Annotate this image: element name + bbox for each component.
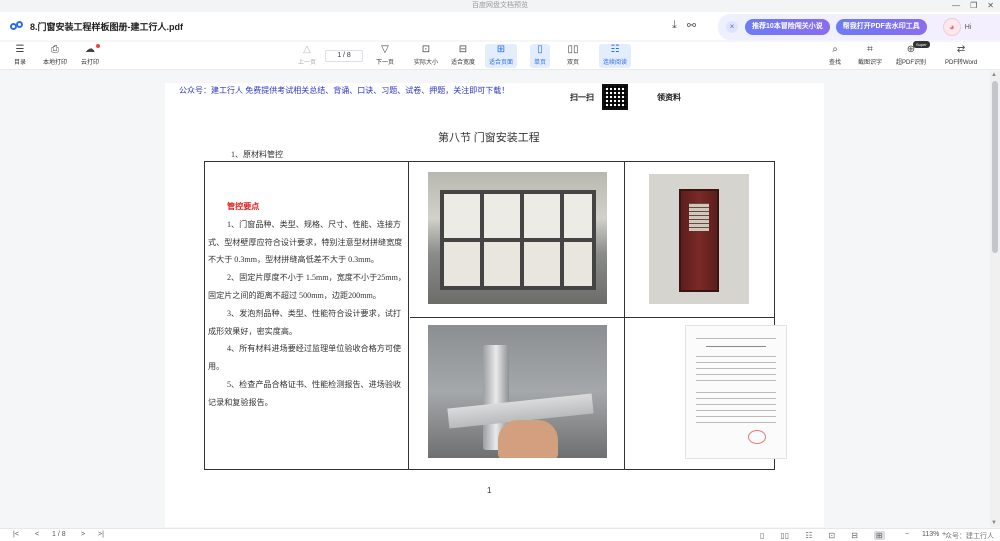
minimize-icon[interactable]: — <box>952 0 960 12</box>
control-point: 4、所有材料进场要经过监理单位验收合格方可使用。 <box>208 344 402 372</box>
window-controls: — ❐ ✕ <box>952 0 994 12</box>
qr-code-icon <box>602 84 628 110</box>
next-page-button[interactable]: ▽ 下一页 <box>376 44 394 68</box>
status-single-page-icon[interactable]: ▯ <box>760 531 764 540</box>
status-page-indicator[interactable]: 1 / 8 <box>52 531 66 538</box>
control-point: 1、门窗品种、类型、规格、尺寸、性能、连接方式、型材壁厚应符合设计要求，特别注意… <box>208 219 403 265</box>
first-page-button[interactable]: |< <box>13 531 19 538</box>
window-title: 百度网盘文档预览 <box>472 2 528 9</box>
status-fit-width-icon[interactable]: ⊟ <box>851 531 858 540</box>
screenshot-ocr-button[interactable]: ⌗ 截图识字 <box>858 44 882 68</box>
table-divider <box>410 317 774 318</box>
control-points-text: 管控要点 1、门窗品种、类型、规格、尺寸、性能、连接方式、型材壁厚应符合设计要求… <box>208 198 408 412</box>
test-report-photo <box>685 325 787 459</box>
status-fit-page-icon[interactable]: ⊞ <box>873 531 885 540</box>
double-page-icon: ▯▯ <box>567 44 579 55</box>
single-page-button[interactable]: ▯ 单页 <box>530 44 551 68</box>
window-frame-photo <box>428 172 607 304</box>
scroll-down-icon[interactable]: ▼ <box>991 520 997 526</box>
file-name: 8.门窗安装工程样板图册-建工行人.pdf <box>30 21 183 32</box>
baidu-netdisk-logo-icon <box>10 21 24 31</box>
watermark-text: 众号：建工行人 <box>945 533 994 540</box>
status-prev-button[interactable]: < <box>35 531 39 538</box>
arrow-down-icon: ▽ <box>381 44 389 55</box>
section-title: 第八节 门窗安装工程 <box>438 132 540 144</box>
toc-icon: ☰ <box>15 44 25 55</box>
search-button[interactable]: ⌕ 查找 <box>829 44 841 68</box>
zoom-level[interactable]: 113% <box>922 531 939 538</box>
promo-suggestion-novels[interactable]: 推荐10本冒险闯关小说 <box>745 19 830 35</box>
close-icon[interactable]: ✕ <box>987 0 994 12</box>
fit-page-button[interactable]: ⊞ 适合页面 <box>485 44 518 68</box>
status-continuous-icon[interactable]: ☷ <box>805 531 812 540</box>
assistant-avatar-icon[interactable]: ◕ <box>942 18 961 36</box>
page-number-input[interactable]: 1 / 8 <box>325 50 363 62</box>
promo-close-button[interactable]: × <box>726 21 738 33</box>
search-icon: ⌕ <box>832 44 838 55</box>
fit-width-icon: ⊟ <box>458 44 468 55</box>
status-next-button[interactable]: > <box>81 531 85 538</box>
control-points-title: 管控要点 <box>227 202 260 211</box>
table-divider <box>624 162 625 469</box>
content-table: 管控要点 1、门窗品种、类型、规格、尺寸、性能、连接方式、型材壁厚应符合设计要求… <box>204 161 787 470</box>
vertical-scrollbar[interactable]: ▲ ▼ <box>990 71 1000 527</box>
fit-width-button[interactable]: ⊟ 适合宽度 <box>451 44 475 68</box>
double-page-button[interactable]: ▯▯ 双页 <box>567 44 579 68</box>
printer-icon: ⎙ <box>51 44 59 55</box>
last-page-button[interactable]: >| <box>98 531 104 538</box>
actual-size-button[interactable]: ⊡ 实际大小 <box>414 44 438 68</box>
scroll-up-icon[interactable]: ▲ <box>991 72 997 78</box>
continuous-reading-icon: ☷ <box>610 44 620 55</box>
qr-right-text: 领资料 <box>657 93 681 102</box>
toc-button[interactable]: ☰ 目录 <box>14 44 26 68</box>
screenshot-ocr-icon: ⌗ <box>867 44 873 55</box>
qr-promo: 扫一扫 领资料 <box>567 84 697 112</box>
share-icon[interactable]: ⚯ <box>687 19 696 32</box>
notification-dot <box>96 44 100 48</box>
pdf-to-word-button[interactable]: ⇄ PDF转Word <box>945 44 977 68</box>
profile-measurement-photo <box>428 325 607 458</box>
window-frame-icon <box>440 190 596 290</box>
qr-left-text: 扫一扫 <box>570 93 594 102</box>
window-title-bar: 百度网盘文档预览 — ❐ ✕ <box>0 0 1000 12</box>
page-number: 1 <box>487 486 492 495</box>
control-point: 5、检查产品合格证书、性能检测报告、进场验收记录和复验报告。 <box>208 379 402 407</box>
status-actual-size-icon[interactable]: ⊡ <box>828 531 835 540</box>
local-print-button[interactable]: ⎙ 本地打印 <box>43 44 67 68</box>
pdf-to-word-icon: ⇄ <box>956 44 966 55</box>
viewer-toolbar: ☰ 目录 ⎙ 本地打印 ☁ 云打印 △ 上一页 1 / 8 ▽ 下一页 ⊡ 实际… <box>0 42 1000 70</box>
continuous-reading-button[interactable]: ☷ 连续阅读 <box>599 44 632 68</box>
assistant-greeting[interactable]: Hi <box>965 24 972 31</box>
fit-page-icon: ⊞ <box>496 44 506 55</box>
subsection-heading: 1、原材料管控 <box>231 150 283 159</box>
status-bar: |< < 1 / 8 > >| ▯ ▯▯ ☷ ⊡ ⊟ ⊞ − 113% + <box>0 528 1000 541</box>
control-point: 3、发泡剂品种、类型、性能符合设计要求，试打成形效果好，密实度高。 <box>208 308 402 336</box>
arrow-up-icon: △ <box>303 44 311 55</box>
cloud-printer-icon: ☁ <box>85 44 95 55</box>
red-stamp-icon <box>748 430 766 444</box>
scrollbar-thumb[interactable] <box>992 81 998 253</box>
table-divider <box>408 162 409 469</box>
prev-page-button[interactable]: △ 上一页 <box>298 44 316 68</box>
status-double-page-icon[interactable]: ▯▯ <box>780 531 789 540</box>
super-badge: Super <box>913 41 930 48</box>
ai-promo-area: × 推荐10本冒险闯关小说 帮我打开PDF去水印工具 ◕ Hi <box>718 14 1000 40</box>
hand-icon <box>498 420 558 458</box>
single-page-icon: ▯ <box>537 44 543 55</box>
control-point: 2、固定片厚度不小于 1.5mm，宽度不小于25mm，固定片之间的距离不超过 5… <box>208 273 406 300</box>
security-door-photo <box>649 174 749 304</box>
restore-icon[interactable]: ❐ <box>970 0 977 12</box>
promo-suggestion-watermark[interactable]: 帮我打开PDF去水印工具 <box>835 19 927 35</box>
door-icon <box>679 189 719 292</box>
page-header-text: 公众号：建工行人 免费提供考试相关总结、背诵、口诀、习题、试卷、押题，关注即可下… <box>179 86 510 95</box>
download-icon[interactable]: ⤓ <box>672 19 677 32</box>
actual-size-icon: ⊡ <box>421 44 431 55</box>
pdf-page: 公众号：建工行人 免费提供考试相关总结、背诵、口诀、习题、试卷、押题，关注即可下… <box>165 83 824 527</box>
zoom-out-button[interactable]: − <box>905 531 909 538</box>
